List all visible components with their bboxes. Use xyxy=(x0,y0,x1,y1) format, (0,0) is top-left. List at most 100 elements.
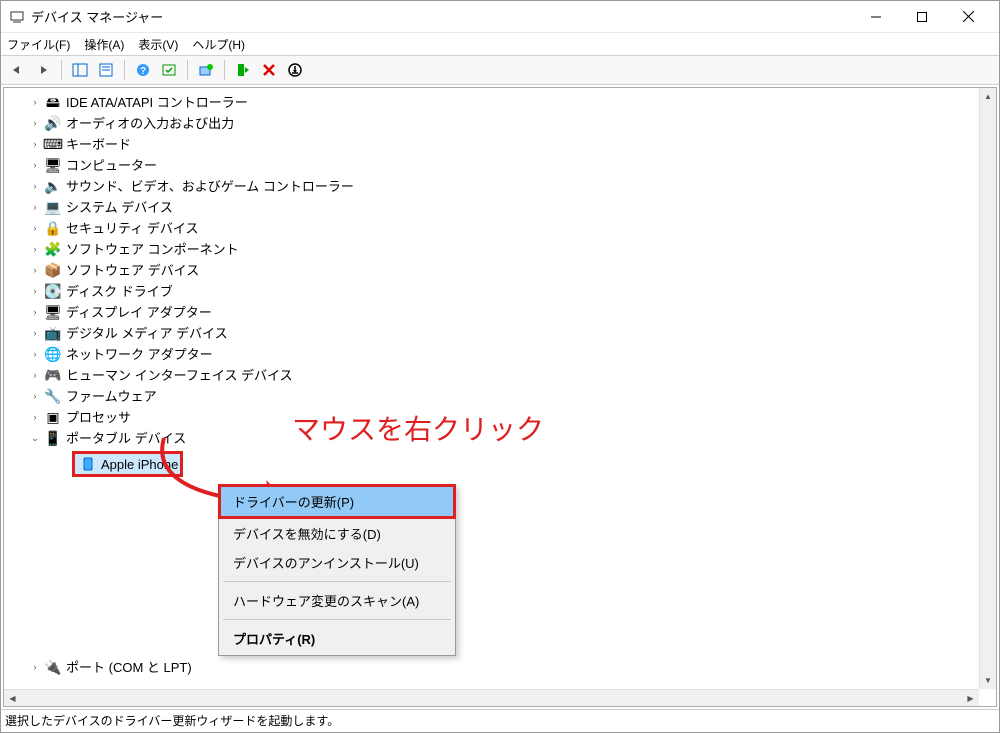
collapse-icon[interactable]: ⌄ xyxy=(28,432,42,446)
close-button[interactable] xyxy=(945,2,991,32)
device-category-icon: 📺 xyxy=(44,326,62,342)
tree-node-label: ポート (COM と LPT) xyxy=(66,657,192,678)
device-category-icon: 💽 xyxy=(44,284,62,300)
expand-icon[interactable]: › xyxy=(28,222,42,236)
statusbar-text: 選択したデバイスのドライバー更新ウィザードを起動します。 xyxy=(5,712,339,729)
expand-icon[interactable]: › xyxy=(28,306,42,320)
enable-device-button[interactable] xyxy=(231,58,255,82)
device-category-icon: 🔈 xyxy=(44,179,62,195)
tree-node[interactable]: ›🖴IDE ATA/ATAPI コントローラー xyxy=(4,92,996,113)
context-menu-item[interactable]: ハードウェア変更のスキャン(A) xyxy=(221,586,453,615)
expand-icon[interactable]: › xyxy=(28,348,42,362)
device-category-icon: 📦 xyxy=(44,263,62,279)
tree-node-label: サウンド、ビデオ、およびゲーム コントローラー xyxy=(66,176,354,197)
device-tree[interactable]: ›🖴IDE ATA/ATAPI コントローラー›🔊オーディオの入力および出力›⌨… xyxy=(4,88,996,682)
tree-node[interactable]: ›🔊オーディオの入力および出力 xyxy=(4,113,996,134)
tree-node[interactable]: ›📦ソフトウェア デバイス xyxy=(4,260,996,281)
expand-icon[interactable]: › xyxy=(28,411,42,425)
expand-icon[interactable]: › xyxy=(28,661,42,675)
update-driver-button[interactable] xyxy=(194,58,218,82)
device-icon xyxy=(79,456,97,472)
tree-node-label: キーボード xyxy=(66,134,131,155)
menu-separator xyxy=(223,619,451,620)
tree-node[interactable]: ›🖥ディスプレイ アダプター xyxy=(4,302,996,323)
tree-node-label: プロセッサ xyxy=(66,407,131,428)
statusbar: 選択したデバイスのドライバー更新ウィザードを起動します。 xyxy=(1,709,999,731)
scroll-up-icon[interactable]: ▲ xyxy=(980,88,996,105)
expand-icon[interactable]: › xyxy=(28,327,42,341)
properties-button[interactable] xyxy=(94,58,118,82)
menu-action[interactable]: 操作(A) xyxy=(84,36,124,53)
expand-icon[interactable]: › xyxy=(28,264,42,278)
tree-node-label: ヒューマン インターフェイス デバイス xyxy=(66,365,293,386)
scroll-left-icon[interactable]: ◀ xyxy=(4,690,21,707)
expand-icon[interactable]: › xyxy=(28,390,42,404)
tree-node[interactable]: ›🔒セキュリティ デバイス xyxy=(4,218,996,239)
device-category-icon: 💻 xyxy=(44,200,62,216)
tree-node[interactable]: ›💻システム デバイス xyxy=(4,197,996,218)
expand-icon[interactable]: › xyxy=(28,180,42,194)
expand-icon[interactable]: › xyxy=(28,243,42,257)
tree-node-label: セキュリティ デバイス xyxy=(66,218,198,239)
help-button[interactable]: ? xyxy=(131,58,155,82)
tree-node[interactable]: ›📺デジタル メディア デバイス xyxy=(4,323,996,344)
window-title: デバイス マネージャー xyxy=(31,7,853,26)
show-hide-tree-button[interactable] xyxy=(68,58,92,82)
selected-device-label: Apple iPhone xyxy=(101,454,178,475)
context-menu-item[interactable]: プロパティ(R) xyxy=(221,624,453,653)
horizontal-scrollbar[interactable]: ◀ ▶ xyxy=(4,689,979,706)
app-icon xyxy=(9,9,25,25)
tree-node-label: ファームウェア xyxy=(66,386,157,407)
tree-node[interactable]: ›🌐ネットワーク アダプター xyxy=(4,344,996,365)
menu-help[interactable]: ヘルプ(H) xyxy=(192,36,245,53)
expand-icon[interactable]: › xyxy=(28,201,42,215)
uninstall-device-button[interactable] xyxy=(257,58,281,82)
tree-node[interactable]: ›🔌ポート (COM と LPT) xyxy=(4,657,996,678)
device-category-icon: 🌐 xyxy=(44,347,62,363)
tree-node[interactable]: ›🖥コンピューター xyxy=(4,155,996,176)
disable-device-button[interactable] xyxy=(283,58,307,82)
context-menu-item[interactable]: デバイスを無効にする(D) xyxy=(221,519,453,548)
expand-icon[interactable]: › xyxy=(28,96,42,110)
device-category-icon: 🖴 xyxy=(44,95,62,111)
scroll-right-icon[interactable]: ▶ xyxy=(962,690,979,707)
menu-view[interactable]: 表示(V) xyxy=(138,36,178,53)
annotation-text: マウスを右クリック xyxy=(292,408,544,448)
device-category-icon: 🔧 xyxy=(44,389,62,405)
scroll-down-icon[interactable]: ▼ xyxy=(980,672,996,689)
forward-button[interactable] xyxy=(31,58,55,82)
tree-node[interactable]: ›🧩ソフトウェア コンポーネント xyxy=(4,239,996,260)
tree-node[interactable]: ›🔧ファームウェア xyxy=(4,386,996,407)
device-category-icon: 📱 xyxy=(44,431,62,447)
selected-device[interactable]: Apple iPhone xyxy=(72,451,183,477)
tree-node[interactable]: ›💽ディスク ドライブ xyxy=(4,281,996,302)
tree-node-label: ポータブル デバイス xyxy=(66,428,186,449)
toolbar: ? xyxy=(1,55,999,85)
tree-node[interactable]: ›⌨キーボード xyxy=(4,134,996,155)
context-menu-item[interactable]: ドライバーの更新(P) xyxy=(218,484,456,519)
tree-node-label: ディスプレイ アダプター xyxy=(66,302,212,323)
tree-node-label: IDE ATA/ATAPI コントローラー xyxy=(66,92,248,113)
back-button[interactable] xyxy=(5,58,29,82)
expand-icon[interactable]: › xyxy=(28,159,42,173)
menu-separator xyxy=(223,581,451,582)
context-menu-item[interactable]: デバイスのアンインストール(U) xyxy=(221,548,453,577)
device-category-icon: ▣ xyxy=(44,410,62,426)
tree-node[interactable]: ›🎮ヒューマン インターフェイス デバイス xyxy=(4,365,996,386)
expand-icon[interactable]: › xyxy=(28,369,42,383)
tree-node-label: ディスク ドライブ xyxy=(66,281,173,302)
device-category-icon: ⌨ xyxy=(44,137,62,153)
titlebar: デバイス マネージャー xyxy=(1,1,999,33)
expand-icon[interactable]: › xyxy=(28,138,42,152)
tree-node[interactable]: ›🔈サウンド、ビデオ、およびゲーム コントローラー xyxy=(4,176,996,197)
expand-icon[interactable]: › xyxy=(28,285,42,299)
scan-button[interactable] xyxy=(157,58,181,82)
vertical-scrollbar[interactable]: ▲ ▼ xyxy=(979,88,996,689)
expand-icon[interactable]: › xyxy=(28,117,42,131)
minimize-button[interactable] xyxy=(853,2,899,32)
menu-file[interactable]: ファイル(F) xyxy=(7,36,70,53)
maximize-button[interactable] xyxy=(899,2,945,32)
tree-node-label: オーディオの入力および出力 xyxy=(66,113,234,134)
tree-node-label: ネットワーク アダプター xyxy=(66,344,213,365)
device-category-icon: 🔒 xyxy=(44,221,62,237)
